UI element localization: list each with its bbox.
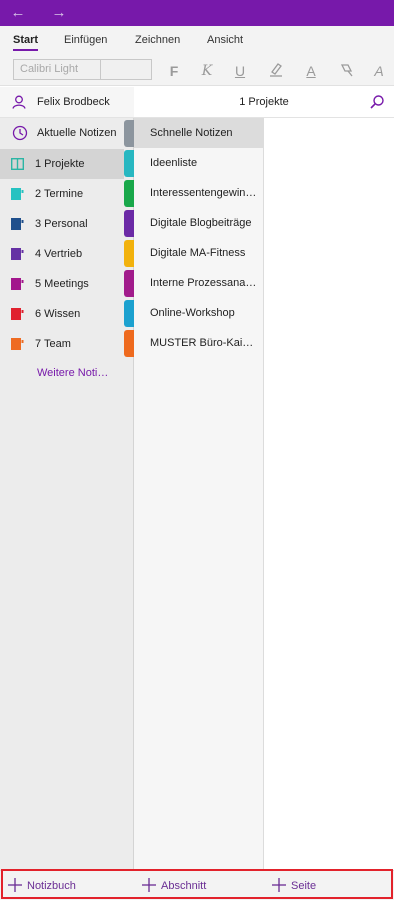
tab-start[interactable]: Start bbox=[13, 34, 39, 51]
title-bar: ← → bbox=[0, 0, 394, 26]
section-tab-4 bbox=[124, 240, 134, 267]
search-icon[interactable] bbox=[369, 94, 385, 110]
notebook-item-2-termine[interactable]: 2 Termine bbox=[0, 179, 124, 209]
notebook-label: 6 Wissen bbox=[35, 308, 81, 320]
section-item[interactable]: Online-Workshop bbox=[134, 298, 264, 328]
font-color-icon[interactable]: A bbox=[300, 61, 322, 81]
tab-zeichnen[interactable]: Zeichnen bbox=[135, 34, 180, 46]
notebook-icon bbox=[11, 278, 24, 290]
formatting-toolbar: Calibri Light F K U A A bbox=[0, 56, 394, 86]
tab-einfuegen[interactable]: Einfügen bbox=[64, 34, 107, 46]
section-item[interactable]: Schnelle Notizen bbox=[134, 118, 264, 148]
notebook-label: 4 Vertrieb bbox=[35, 248, 83, 260]
notebook-item-1-projekte[interactable]: 1 Projekte bbox=[0, 149, 124, 179]
notebook-label: 2 Termine bbox=[35, 188, 84, 200]
section-tab-2 bbox=[124, 180, 134, 207]
notebook-item-7-team[interactable]: 7 Team bbox=[0, 329, 124, 359]
section-label: Digitale MA-Fitness bbox=[150, 247, 246, 259]
bottom-add-bar: Notizbuch Abschnitt Seite bbox=[0, 870, 394, 900]
notebook-item-4-vertrieb[interactable]: 4 Vertrieb bbox=[0, 239, 124, 269]
section-label: Interessentengewinnung bbox=[150, 187, 258, 199]
section-tab-5 bbox=[124, 270, 134, 297]
section-header-row: 1 Projekte bbox=[134, 87, 394, 118]
notebook-recent-notes[interactable]: Aktuelle Notizen bbox=[0, 118, 124, 148]
user-name: Felix Brodbeck bbox=[37, 96, 110, 108]
highlighter-icon[interactable] bbox=[265, 61, 287, 81]
section-tab-3 bbox=[124, 210, 134, 237]
bold-icon[interactable]: F bbox=[163, 61, 185, 81]
plus-icon bbox=[8, 878, 22, 892]
section-label: Schnelle Notizen bbox=[150, 127, 233, 139]
notebook-icon bbox=[11, 248, 24, 260]
section-tab-7 bbox=[124, 330, 134, 357]
section-item[interactable]: MUSTER Büro-Kaizen bbox=[134, 328, 264, 358]
notebook-label: 1 Projekte bbox=[35, 158, 85, 170]
person-icon bbox=[12, 95, 26, 109]
section-label: MUSTER Büro-Kaizen bbox=[150, 337, 258, 349]
notebook-pane: Aktuelle Notizen 1 Projekte 2 Termine 3 … bbox=[0, 118, 134, 870]
ribbon-tabs: Start Einfügen Zeichnen Ansicht bbox=[0, 26, 394, 56]
clear-formatting-icon[interactable]: A bbox=[368, 61, 390, 81]
clock-icon bbox=[12, 125, 28, 141]
notebook-label: 5 Meetings bbox=[35, 278, 89, 290]
add-notebook-label: Notizbuch bbox=[27, 880, 76, 892]
section-item[interactable]: Ideenliste bbox=[134, 148, 264, 178]
section-label: Digitale Blogbeiträge bbox=[150, 217, 252, 229]
page-pane bbox=[264, 118, 394, 870]
notebook-label: 3 Personal bbox=[35, 218, 88, 230]
plus-icon bbox=[142, 878, 156, 892]
section-label: Ideenliste bbox=[150, 157, 198, 169]
tab-ansicht[interactable]: Ansicht bbox=[207, 34, 243, 46]
italic-icon[interactable]: K bbox=[196, 61, 218, 81]
notebook-item-3-personal[interactable]: 3 Personal bbox=[0, 209, 124, 239]
section-label: Online-Workshop bbox=[150, 307, 235, 319]
section-item[interactable]: Interne Prozessanalyse bbox=[134, 268, 264, 298]
notebook-item-6-wissen[interactable]: 6 Wissen bbox=[0, 299, 124, 329]
more-notebooks-link[interactable]: Weitere Notizbücher... bbox=[37, 367, 109, 379]
add-page-button[interactable]: Seite bbox=[272, 871, 382, 900]
open-notebook-icon bbox=[11, 158, 24, 170]
add-notebook-button[interactable]: Notizbuch bbox=[8, 871, 126, 900]
font-name-box[interactable]: Calibri Light bbox=[13, 59, 101, 80]
notebook-icon bbox=[11, 308, 24, 320]
add-section-button[interactable]: Abschnitt bbox=[142, 871, 260, 900]
section-label: Interne Prozessanalyse bbox=[150, 277, 258, 289]
arrow-left-icon[interactable]: ← bbox=[3, 0, 33, 26]
notebook-icon bbox=[11, 188, 24, 200]
font-size-box[interactable] bbox=[100, 59, 152, 80]
format-painter-icon[interactable] bbox=[336, 61, 358, 81]
arrow-right-icon[interactable]: → bbox=[44, 0, 74, 26]
section-item[interactable]: Digitale MA-Fitness bbox=[134, 238, 264, 268]
add-section-label: Abschnitt bbox=[161, 880, 207, 892]
notebook-icon bbox=[11, 218, 24, 230]
section-tab-6 bbox=[124, 300, 134, 327]
add-page-label: Seite bbox=[291, 880, 317, 892]
section-pane: Schnelle Notizen Ideenliste Interessente… bbox=[134, 118, 264, 870]
plus-icon bbox=[272, 878, 286, 892]
notebook-item-5-meetings[interactable]: 5 Meetings bbox=[0, 269, 124, 299]
account-row[interactable]: Felix Brodbeck bbox=[0, 87, 134, 118]
recent-notes-label: Aktuelle Notizen bbox=[37, 127, 117, 139]
notebook-label: 7 Team bbox=[35, 338, 71, 350]
section-tab-1 bbox=[124, 150, 134, 177]
notebook-title: 1 Projekte bbox=[239, 96, 289, 108]
section-item[interactable]: Digitale Blogbeiträge bbox=[134, 208, 264, 238]
recent-notes-tab bbox=[124, 120, 134, 147]
notebook-icon bbox=[11, 338, 24, 350]
section-item[interactable]: Interessentengewinnung bbox=[134, 178, 264, 208]
underline-icon[interactable]: U bbox=[229, 61, 251, 81]
